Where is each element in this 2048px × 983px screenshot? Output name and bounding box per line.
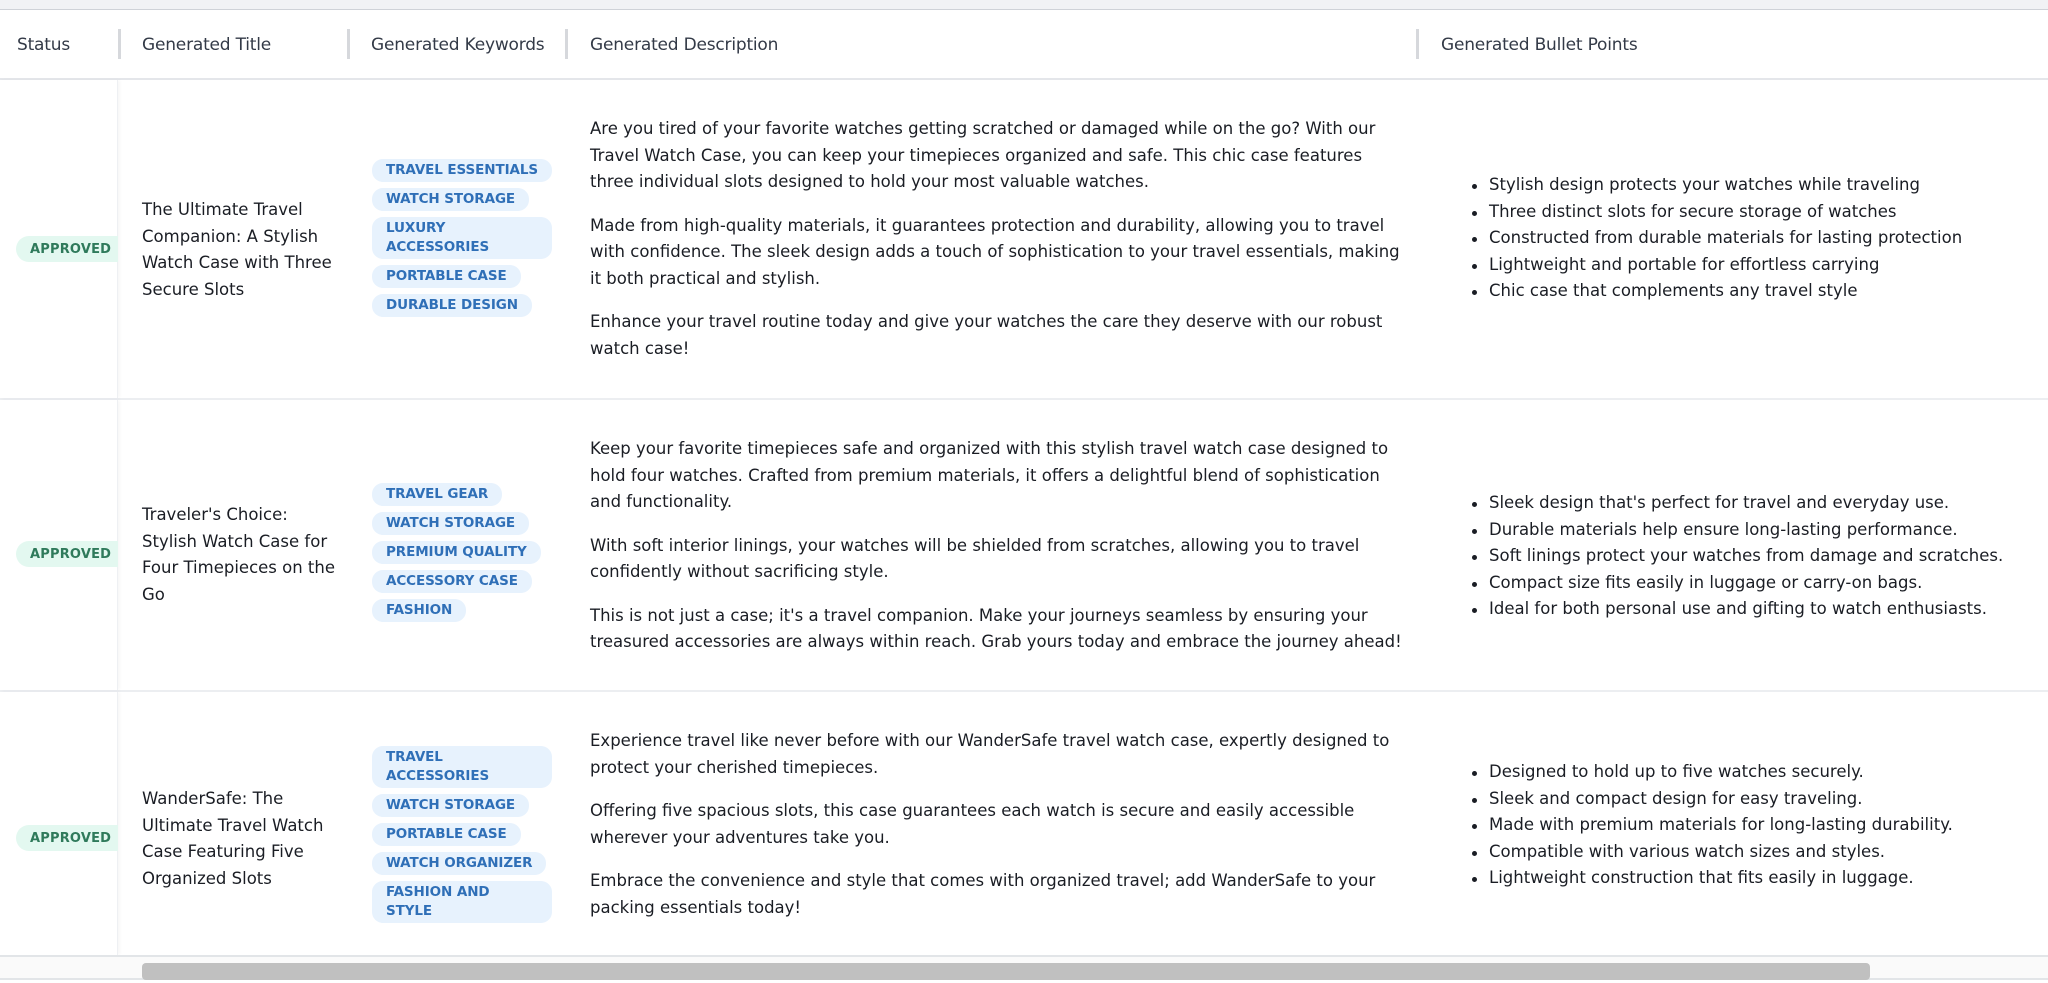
- keyword-chip: FASHION: [372, 599, 467, 622]
- description-cell: Are you tired of your favorite watches g…: [590, 116, 1410, 362]
- bullet-points-cell: Sleek design that's perfect for travel a…: [1472, 490, 2032, 623]
- keyword-chip: PREMIUM QUALITY: [372, 541, 541, 564]
- keyword-chip: TRAVEL ESSENTIALS: [372, 159, 552, 182]
- bullet-point: Constructed from durable materials for l…: [1472, 225, 2032, 252]
- column-resize-handle[interactable]: [347, 29, 350, 59]
- description-paragraph: Experience travel like never before with…: [590, 731, 1390, 777]
- description-paragraph: Embrace the convenience and style that c…: [590, 871, 1376, 917]
- keywords-cell: TRAVEL ESSENTIALS WATCH STORAGE LUXURY A…: [372, 159, 552, 317]
- bullet-point: Soft linings protect your watches from d…: [1472, 543, 2032, 570]
- table-row[interactable]: APPROVED The Ultimate Travel Companion: …: [0, 80, 2048, 400]
- bullet-point: Lightweight construction that fits easil…: [1472, 865, 2032, 892]
- status-cell: APPROVED: [0, 80, 118, 398]
- description-paragraph: Enhance your travel routine today and gi…: [590, 312, 1383, 358]
- bullet-point: Chic case that complements any travel st…: [1472, 278, 2032, 305]
- description-paragraph: This is not just a case; it's a travel c…: [590, 605, 1402, 652]
- keyword-chip: WATCH STORAGE: [372, 512, 530, 535]
- description-paragraph: Are you tired of your favorite watches g…: [590, 119, 1376, 191]
- bullet-point: Sleek design that's perfect for travel a…: [1472, 490, 2032, 517]
- bullet-points-cell: Stylish design protects your watches whi…: [1472, 172, 2032, 305]
- title-cell: Traveler's Choice: Stylish Watch Case fo…: [142, 505, 336, 604]
- description-paragraph: Keep your favorite timepieces safe and o…: [590, 439, 1389, 511]
- keyword-chip: WATCH STORAGE: [372, 188, 530, 211]
- column-header-status[interactable]: Status: [17, 10, 70, 80]
- table-row[interactable]: APPROVED Traveler's Choice: Stylish Watc…: [0, 400, 2048, 692]
- column-resize-handle[interactable]: [565, 29, 568, 59]
- horizontal-scrollbar[interactable]: [0, 955, 2048, 980]
- scrollbar-thumb[interactable]: [142, 963, 1870, 980]
- description-paragraph: Offering five spacious slots, this case …: [590, 801, 1355, 847]
- keyword-chip: WATCH STORAGE: [372, 794, 530, 817]
- bullet-point: Made with premium materials for long-las…: [1472, 812, 2032, 839]
- status-cell: APPROVED: [0, 692, 118, 955]
- description-cell: Experience travel like never before with…: [590, 728, 1410, 921]
- column-header-description[interactable]: Generated Description: [590, 10, 778, 80]
- keywords-cell: TRAVEL GEAR WATCH STORAGE PREMIUM QUALIT…: [372, 483, 552, 622]
- bullet-point: Lightweight and portable for effortless …: [1472, 252, 2032, 279]
- results-table: Status Generated Title Generated Keyword…: [0, 10, 2048, 955]
- column-header-title[interactable]: Generated Title: [142, 10, 271, 80]
- title-cell: WanderSafe: The Ultimate Travel Watch Ca…: [142, 789, 324, 888]
- column-resize-handle[interactable]: [1416, 29, 1419, 59]
- bullet-point: Stylish design protects your watches whi…: [1472, 172, 2032, 199]
- status-badge: APPROVED: [16, 236, 118, 262]
- status-cell: APPROVED: [0, 400, 118, 690]
- table-row[interactable]: APPROVED WanderSafe: The Ultimate Travel…: [0, 692, 2048, 955]
- keyword-chip: FASHION AND STYLE: [372, 881, 552, 923]
- bullet-point: Compatible with various watch sizes and …: [1472, 839, 2032, 866]
- table-header: Status Generated Title Generated Keyword…: [0, 10, 2048, 80]
- keyword-chip: ACCESSORY CASE: [372, 570, 532, 593]
- column-header-bullet-points[interactable]: Generated Bullet Points: [1441, 10, 1638, 80]
- status-badge: APPROVED: [16, 825, 118, 851]
- description-cell: Keep your favorite timepieces safe and o…: [590, 436, 1410, 656]
- keyword-chip: PORTABLE CASE: [372, 823, 521, 846]
- bullet-point: Sleek and compact design for easy travel…: [1472, 786, 2032, 813]
- bullet-point: Three distinct slots for secure storage …: [1472, 199, 2032, 226]
- bullet-point: Durable materials help ensure long-lasti…: [1472, 517, 2032, 544]
- column-header-keywords[interactable]: Generated Keywords: [371, 10, 545, 80]
- keyword-chip: DURABLE DESIGN: [372, 294, 532, 317]
- bullet-points-cell: Designed to hold up to five watches secu…: [1472, 759, 2032, 892]
- title-cell: The Ultimate Travel Companion: A Stylish…: [142, 200, 332, 299]
- top-bar: [0, 0, 2048, 10]
- keywords-cell: TRAVEL ACCESSORIES WATCH STORAGE PORTABL…: [372, 746, 552, 923]
- keyword-chip: LUXURY ACCESSORIES: [372, 217, 552, 259]
- keyword-chip: TRAVEL GEAR: [372, 483, 503, 506]
- column-resize-handle[interactable]: [118, 29, 121, 59]
- bullet-point: Compact size fits easily in luggage or c…: [1472, 570, 2032, 597]
- bullet-point: Designed to hold up to five watches secu…: [1472, 759, 2032, 786]
- description-paragraph: Made from high-quality materials, it gua…: [590, 215, 1400, 288]
- keyword-chip: WATCH ORGANIZER: [372, 852, 547, 875]
- keyword-chip: PORTABLE CASE: [372, 265, 521, 288]
- status-badge: APPROVED: [16, 541, 118, 567]
- bullet-point: Ideal for both personal use and gifting …: [1472, 596, 2032, 623]
- keyword-chip: TRAVEL ACCESSORIES: [372, 746, 552, 788]
- description-paragraph: With soft interior linings, your watches…: [590, 535, 1360, 582]
